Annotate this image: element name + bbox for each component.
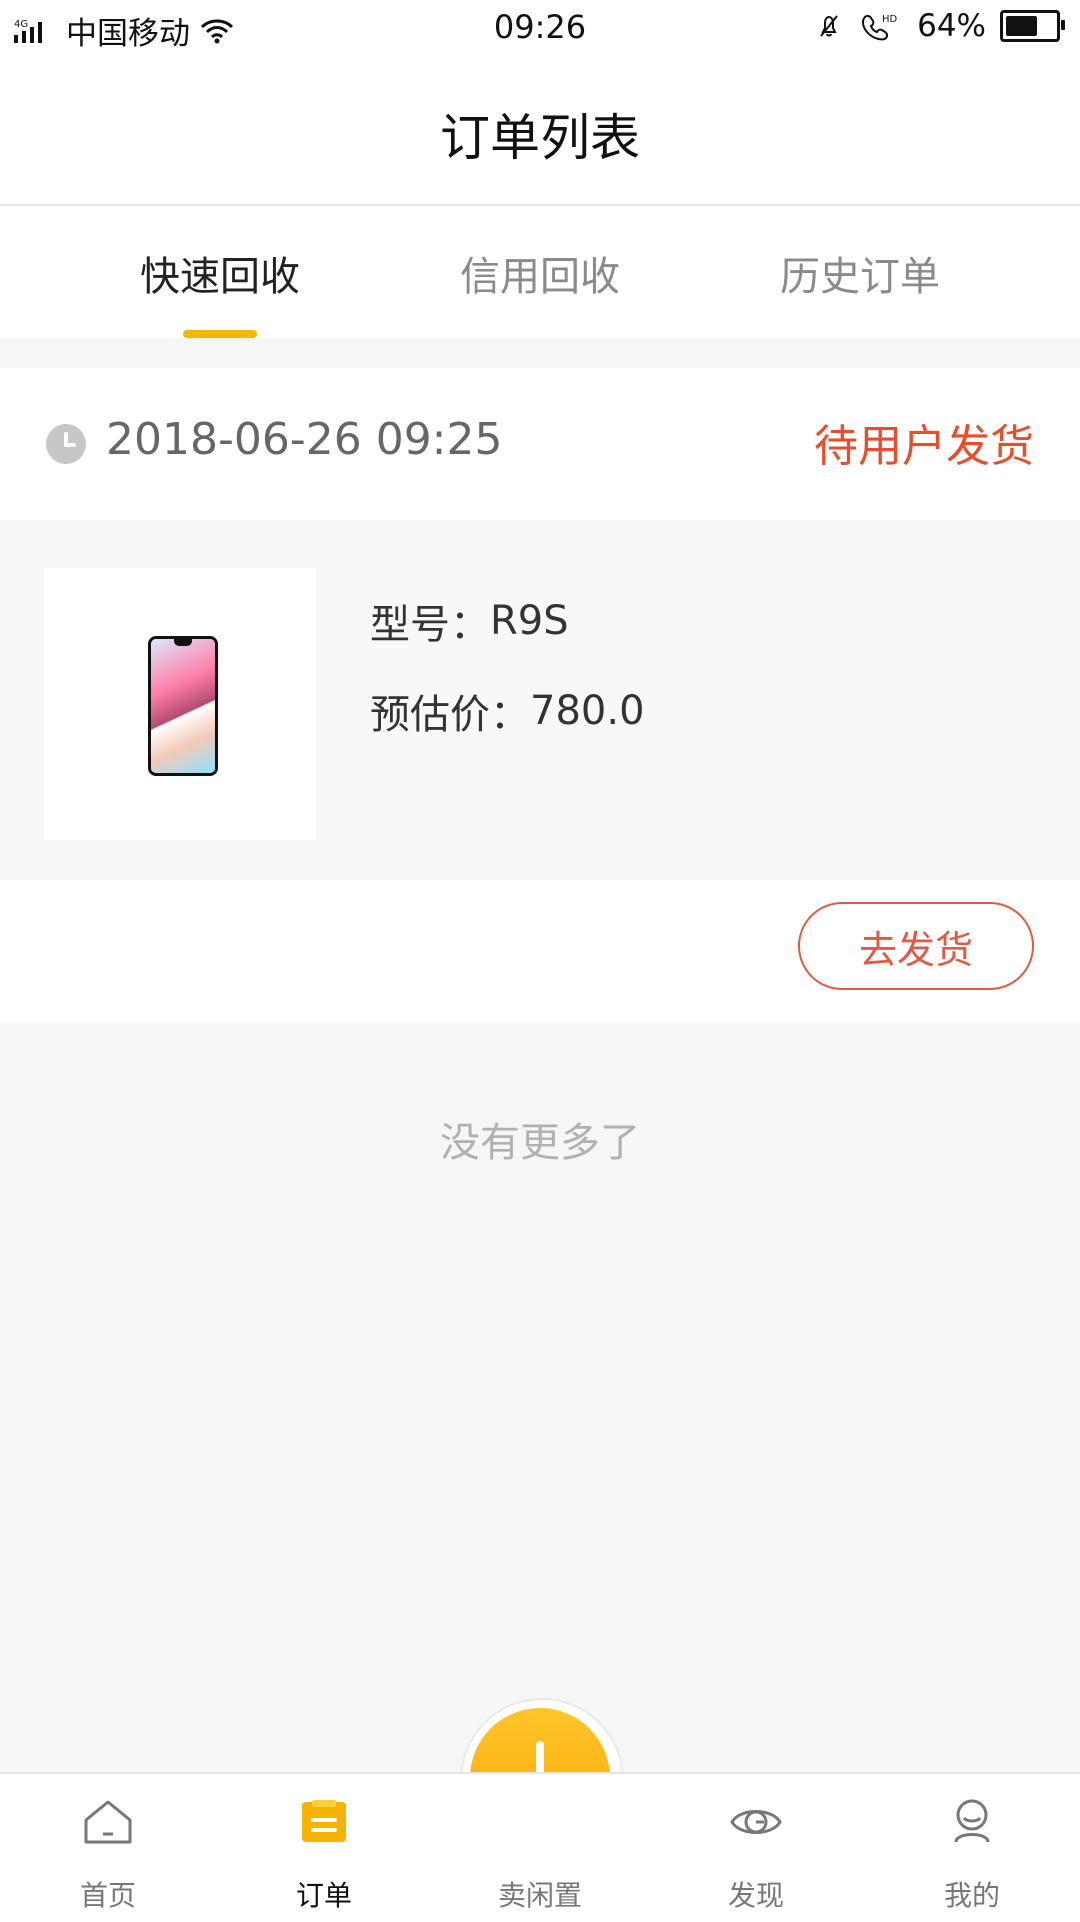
- order-status: 待用户发货: [814, 421, 1034, 472]
- status-right: HD 64%: [813, 8, 1065, 44]
- order-body: 型号： R9S 预估价： 780.0: [0, 520, 1080, 880]
- bottom-navigation: 首页 订单 卖闲置 发现 我的: [0, 1772, 1080, 1922]
- list-end-text: 没有更多了: [440, 1120, 640, 1166]
- page-title: 订单列表: [440, 109, 640, 167]
- battery-percent: 64%: [917, 8, 986, 44]
- order-time: 2018-06-26 09:25: [106, 414, 503, 465]
- clock-icon: [46, 424, 86, 464]
- model-label: 型号：: [370, 602, 490, 648]
- nav-item-sell[interactable]: 卖闲置: [432, 1774, 648, 1922]
- status-bar: 4G 中国移动 09:26 HD 64%: [0, 0, 1080, 58]
- order-tabs: 快速回收 信用回收 历史订单: [0, 206, 1080, 338]
- tab-history-orders[interactable]: 历史订单: [710, 244, 1010, 302]
- price-value: 780.0: [530, 688, 645, 734]
- tab-credit-recycle[interactable]: 信用回收: [390, 244, 690, 302]
- order-card: 2018-06-26 09:25 待用户发货 型号： R9S 预估价： 780.…: [0, 368, 1080, 1022]
- home-icon: [84, 1800, 132, 1844]
- hd-call-icon: HD: [862, 14, 898, 41]
- bell-off-icon: [820, 15, 838, 37]
- nav-item-discover[interactable]: 发现: [648, 1774, 864, 1922]
- phone-screen-image: [151, 639, 215, 773]
- phone-image-icon: [148, 636, 218, 776]
- hd-text: HD: [882, 14, 898, 25]
- battery-icon: [1000, 10, 1065, 42]
- nav-item-home[interactable]: 首页: [0, 1774, 216, 1922]
- nav-label-discover: 发现: [727, 1879, 784, 1912]
- price-label: 预估价：: [370, 692, 530, 738]
- title-bar: 订单列表: [0, 58, 1080, 206]
- product-info: 型号： R9S 预估价： 780.0: [370, 576, 645, 756]
- phone-notch: [174, 639, 192, 646]
- eye-icon: [730, 1810, 782, 1834]
- model-value: R9S: [490, 598, 569, 644]
- tab-quick-recycle[interactable]: 快速回收: [70, 244, 370, 302]
- nav-label-home: 首页: [79, 1879, 136, 1912]
- nav-label-sell: 卖闲置: [497, 1879, 582, 1912]
- battery-fill: [1006, 16, 1037, 36]
- order-actions: 去发货: [0, 880, 1080, 1022]
- nav-label-orders: 订单: [295, 1879, 352, 1912]
- nav-item-orders[interactable]: 订单: [216, 1774, 432, 1922]
- active-tab-indicator: [183, 330, 257, 338]
- product-image: [44, 568, 316, 840]
- nav-label-mine: 我的: [943, 1879, 1000, 1912]
- product-price-line: 预估价： 780.0: [370, 666, 645, 756]
- nav-item-mine[interactable]: 我的: [864, 1774, 1080, 1922]
- orders-icon: [302, 1800, 346, 1842]
- product-model-line: 型号： R9S: [370, 576, 645, 666]
- profile-icon: [954, 1799, 990, 1843]
- ship-button[interactable]: 去发货: [798, 902, 1034, 990]
- order-header: 2018-06-26 09:25 待用户发货: [0, 368, 1080, 520]
